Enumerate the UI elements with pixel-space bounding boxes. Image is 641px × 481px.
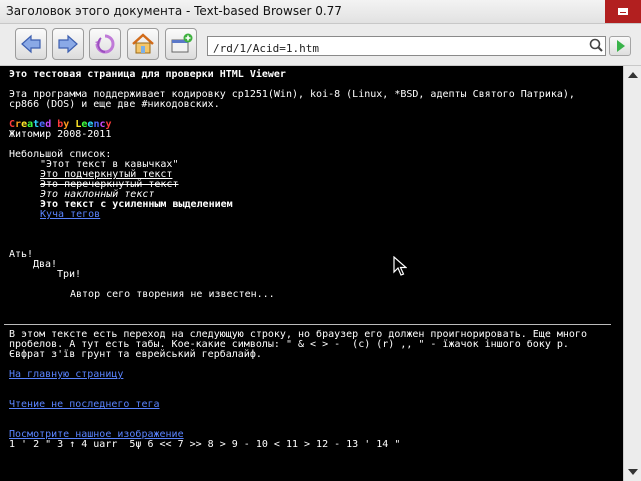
stairs-line-2: Два! [33,259,58,270]
add-bookmark-icon [171,33,193,53]
back-arrow-icon [21,34,41,54]
close-icon [618,8,628,15]
city-year: Житомир 2008-2011 [9,129,112,140]
add-bookmark-button[interactable] [165,28,197,60]
paragraph-line-3: Євфрат з'їв грунт та еврейський гербалай… [9,349,262,360]
last-tag-link[interactable]: Чтение не последнего тега [9,400,160,410]
tags-link[interactable]: Куча тегов [40,210,100,220]
back-button[interactable] [15,28,47,60]
window-title: Заголовок этого документа - Text-based B… [6,4,342,18]
title-bar: Заголовок этого документа - Text-based B… [0,0,641,24]
reload-button[interactable] [89,28,121,60]
stairs-line-3: Три! [57,269,82,280]
home-page-link[interactable]: На главную страницу [9,370,123,380]
reload-icon [95,34,115,54]
intro-line-2: cp866 (DOS) и еще две #никодовских. [9,99,220,110]
go-button[interactable] [609,36,631,56]
url-input[interactable] [208,39,578,58]
scroll-down-icon[interactable] [627,467,639,477]
scroll-up-icon[interactable] [627,70,639,80]
stairs-line-1: Ать! [9,249,34,260]
mouse-pointer-icon [393,256,407,276]
forward-button[interactable] [52,28,84,60]
home-button[interactable] [127,28,159,60]
entities-line: 1 ' 2 " 3 ↑ 4 uarr 5ψ 6 << 7 >> 8 > 9 - … [9,439,401,450]
home-icon [132,33,154,54]
horizontal-rule [4,324,611,325]
toolbar [0,24,641,66]
page-content: Это тестовая страница для проверки HTML … [0,66,623,481]
close-button[interactable] [605,0,641,23]
forward-arrow-icon [58,34,78,54]
address-bar[interactable] [207,36,606,58]
author-line: Автор сего творения не известен... [70,289,275,300]
search-icon [589,38,603,52]
page-heading: Это тестовая страница для проверки HTML … [9,69,286,80]
vertical-scrollbar[interactable] [623,66,641,481]
play-icon [617,40,625,52]
search-button[interactable] [587,36,606,56]
